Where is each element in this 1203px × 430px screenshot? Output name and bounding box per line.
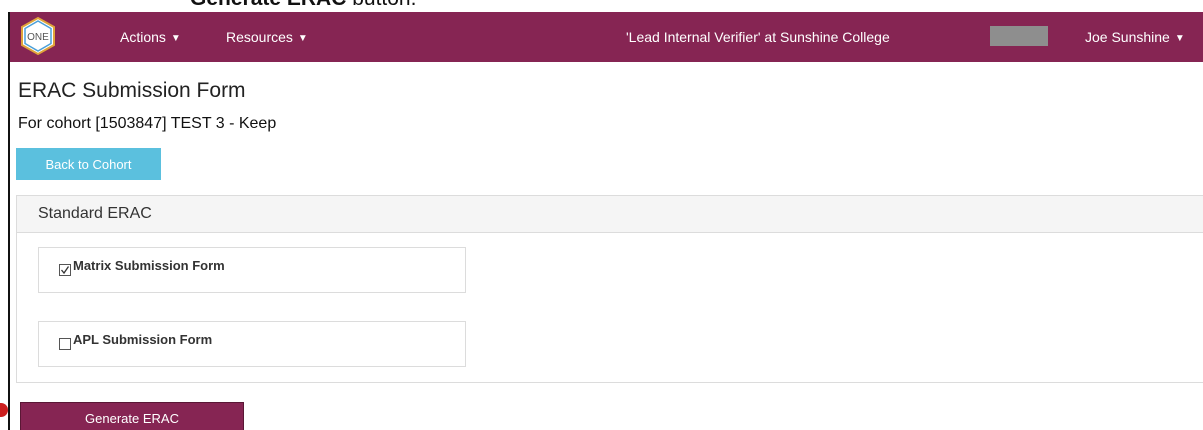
- user-name: Joe Sunshine: [1085, 29, 1170, 45]
- user-menu[interactable]: Joe Sunshine ▼: [1085, 12, 1185, 62]
- actions-menu[interactable]: Actions ▼: [120, 12, 181, 62]
- cohort-subtitle: For cohort [1503847] TEST 3 - Keep: [18, 115, 277, 132]
- back-to-cohort-button[interactable]: Back to Cohort: [16, 148, 161, 180]
- actions-menu-label: Actions: [120, 29, 166, 45]
- matrix-checkbox[interactable]: [59, 264, 71, 276]
- panel-heading: Standard ERAC: [17, 196, 1203, 233]
- caret-down-icon: ▼: [170, 33, 181, 44]
- standard-erac-panel: Standard ERAC Matrix Submission Form APL…: [16, 195, 1203, 383]
- caret-down-icon: ▼: [1174, 33, 1185, 44]
- generate-erac-button[interactable]: Generate ERAC: [20, 402, 244, 430]
- panel-title: Standard ERAC: [38, 205, 152, 222]
- top-navbar: ONE Actions ▼ Resources ▼ 'Lead Internal V…: [10, 12, 1203, 62]
- logo-text: ONE: [27, 32, 49, 43]
- apl-option-label[interactable]: APL Submission Form: [73, 332, 212, 347]
- resources-menu-label: Resources: [226, 29, 293, 45]
- caption-strip: Generate ERAC button.: [0, 0, 1203, 12]
- apl-checkbox[interactable]: [59, 338, 71, 350]
- check-icon: [61, 266, 70, 275]
- avatar-placeholder: [990, 26, 1048, 46]
- matrix-option-label[interactable]: Matrix Submission Form: [73, 258, 225, 273]
- caret-down-icon: ▼: [297, 33, 308, 44]
- annotation-marker: [0, 403, 8, 417]
- resources-menu[interactable]: Resources ▼: [226, 12, 308, 62]
- caption-text: Generate ERAC button.: [190, 0, 416, 11]
- apl-option: APL Submission Form: [38, 321, 466, 367]
- matrix-option: Matrix Submission Form: [38, 247, 466, 293]
- one-logo[interactable]: ONE: [18, 16, 58, 56]
- page-title: ERAC Submission Form: [18, 79, 246, 102]
- app-frame: ONE Actions ▼ Resources ▼ 'Lead Internal V…: [8, 12, 1203, 430]
- role-indicator[interactable]: 'Lead Internal Verifier' at Sunshine Col…: [626, 12, 890, 62]
